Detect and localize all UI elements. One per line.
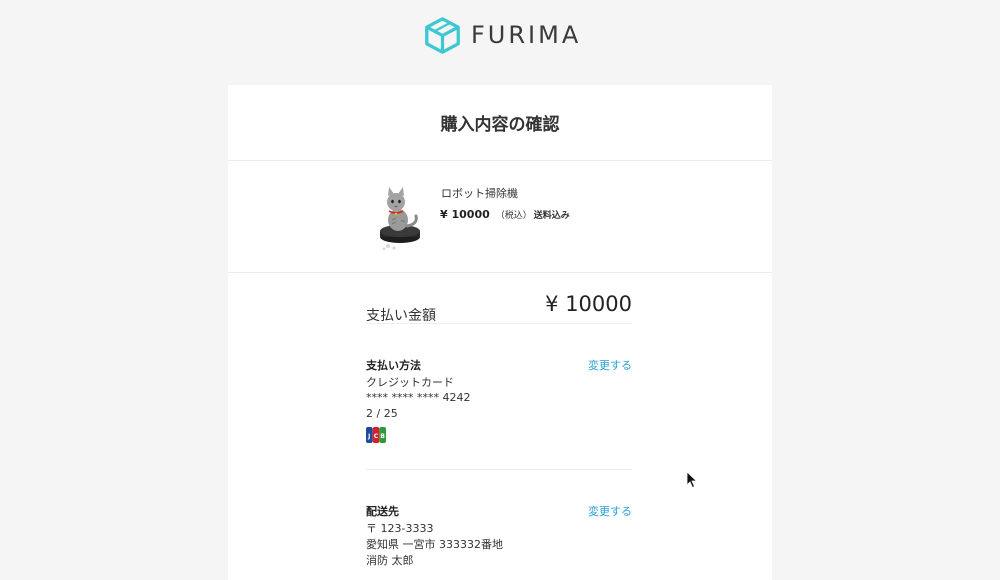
change-payment-link[interactable]: 変更する: [588, 357, 632, 373]
shipping-recipient-name: 消防 太郎: [366, 554, 414, 567]
payment-method-name: クレジットカード: [366, 376, 454, 389]
total-amount-value: ¥ 10000: [545, 292, 632, 316]
svg-text:J: J: [367, 433, 370, 440]
payment-method-section: 支払い方法 変更する クレジットカード **** **** **** 4242 …: [366, 357, 632, 467]
shipping-postal-code: 〒 123-3333: [366, 522, 434, 535]
change-shipping-link[interactable]: 変更する: [588, 503, 632, 519]
payment-method-title: 支払い方法: [366, 359, 421, 372]
item-price: ¥ 10000: [440, 208, 490, 221]
site-header: FURIMA: [0, 0, 1000, 85]
card-expiry: 2 / 25: [366, 407, 398, 420]
cube-logo-icon: [425, 17, 460, 54]
total-amount-label: 支払い金額: [366, 308, 436, 324]
cat-on-robot-vacuum-image: [380, 187, 420, 251]
item-name: ロボット掃除機: [441, 187, 518, 200]
item-shipping-label: 送料込み: [533, 211, 570, 221]
svg-text:B: B: [380, 433, 385, 440]
item-summary: ロボット掃除機 ¥ 10000 （税込） 送料込み: [228, 161, 772, 273]
page-title: 購入内容の確認: [228, 85, 772, 161]
shipping-address: 愛知県 一宮市 333332番地: [366, 538, 503, 551]
shipping-address-section: 配送先 変更する 〒 123-3333 愛知県 一宮市 333332番地 消防 …: [366, 503, 632, 573]
total-amount-row: 支払い金額 ¥ 10000: [366, 292, 632, 324]
jcb-card-icon: J C B: [366, 427, 386, 443]
item-tax-label: （税込）: [495, 211, 532, 221]
mouse-pointer-icon: [686, 471, 698, 489]
shipping-address-title: 配送先: [366, 505, 399, 518]
section-divider: [366, 469, 632, 470]
purchase-confirm-panel: 購入内容の確認 ロボット掃除機 ¥ 10000 （税込） 送料込み 支払い金額 …: [228, 85, 772, 580]
brand-logo-link[interactable]: FURIMA: [424, 17, 581, 54]
item-price-row: ¥ 10000 （税込） 送料込み: [440, 208, 570, 221]
card-number: **** **** **** 4242: [366, 391, 471, 404]
brand-name: FURIMA: [471, 21, 582, 49]
svg-text:C: C: [374, 433, 379, 440]
